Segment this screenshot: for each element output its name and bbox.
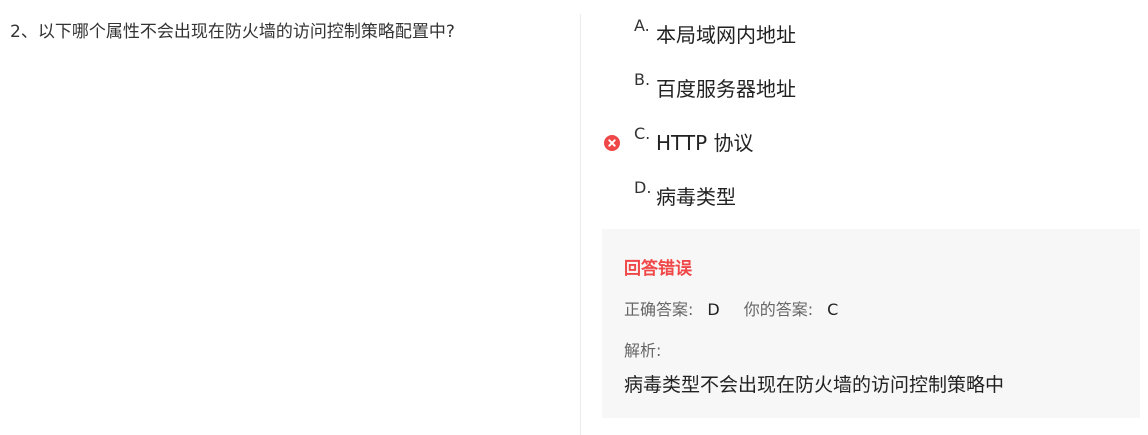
option-letter: D. <box>634 178 652 197</box>
your-answer-label: 你的答案: <box>743 300 814 319</box>
analysis-text: 病毒类型不会出现在防火墙的访问控制策略中 <box>624 374 1005 396</box>
option-text: HTTP 协议 <box>656 131 754 155</box>
result-panel: 回答错误 正确答案: D 你的答案: C 解析: 病毒类型不会出现在防火墙的访问控制策… <box>602 229 1140 418</box>
correct-answer-value: D <box>707 300 720 319</box>
your-answer-value: C <box>827 300 839 319</box>
option-text: 病毒类型 <box>656 185 736 209</box>
answer-summary: 正确答案: D 你的答案: C <box>624 296 838 320</box>
option-letter: A. <box>634 16 650 35</box>
option-text: 本局域网内地址 <box>656 23 796 47</box>
column-divider <box>580 14 581 435</box>
result-status: 回答错误 <box>624 259 692 279</box>
analysis-label: 解析: <box>624 341 662 360</box>
option-text: 百度服务器地址 <box>656 77 796 101</box>
wrong-circle-icon <box>604 135 620 151</box>
option-letter: C. <box>634 124 651 143</box>
option-letter: B. <box>634 70 651 89</box>
question-title: 2、以下哪个属性不会出现在防火墙的访问控制策略配置中? <box>10 22 455 42</box>
correct-answer-label: 正确答案: <box>624 300 694 319</box>
